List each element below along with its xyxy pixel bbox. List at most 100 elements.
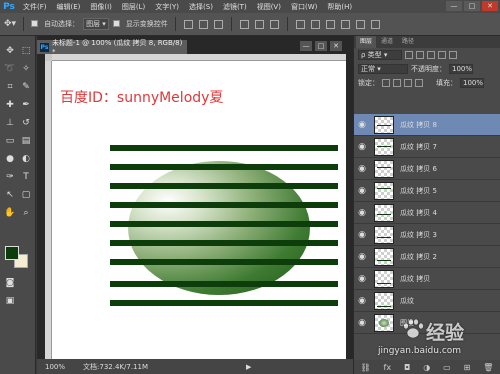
align-vcenter-icon[interactable] bbox=[198, 19, 208, 29]
menu-window[interactable]: 窗口(W) bbox=[286, 2, 322, 12]
crop-icon[interactable]: ⌗ bbox=[3, 80, 17, 94]
auto-select-dropdown[interactable]: 图层 ▾ bbox=[83, 18, 109, 30]
shape-icon[interactable]: ▢ bbox=[19, 188, 33, 202]
lasso-icon[interactable]: ➰ bbox=[3, 62, 17, 76]
layer-row[interactable]: ◉ 瓜纹 拷贝 6 bbox=[354, 158, 500, 180]
lock-position-icon[interactable] bbox=[404, 79, 412, 87]
delete-layer-icon[interactable]: 🗑 bbox=[483, 363, 493, 372]
marquee-icon[interactable]: ⬚ bbox=[19, 44, 33, 58]
doc-restore-button[interactable]: □ bbox=[315, 41, 327, 51]
quick-mask-icon[interactable]: ◙ bbox=[3, 276, 17, 290]
align-right-icon[interactable] bbox=[269, 19, 279, 29]
blur-icon[interactable]: ● bbox=[3, 152, 17, 166]
fill-input[interactable]: 100% bbox=[460, 78, 484, 88]
layer-style-icon[interactable]: fx bbox=[384, 363, 392, 372]
layer-row[interactable]: ◉ 瓜纹 拷贝 7 bbox=[354, 136, 500, 158]
layer-row[interactable]: ◉ 瓜纹 拷贝 bbox=[354, 268, 500, 290]
foreground-color-swatch[interactable] bbox=[5, 246, 19, 260]
distribute-top-icon[interactable] bbox=[295, 19, 305, 29]
menu-type[interactable]: 文字(Y) bbox=[150, 2, 184, 12]
eye-icon[interactable]: ◉ bbox=[354, 274, 370, 284]
zoom-level[interactable]: 100% bbox=[45, 363, 65, 371]
blend-mode-dropdown[interactable]: 正常 ▾ bbox=[358, 64, 408, 74]
canvas[interactable]: 百度ID：sunnyMelody夏 bbox=[52, 61, 346, 359]
path-selection-icon[interactable]: ↖ bbox=[3, 188, 17, 202]
add-mask-icon[interactable]: ◘ bbox=[404, 363, 410, 372]
menu-edit[interactable]: 编辑(E) bbox=[52, 2, 86, 12]
layer-row[interactable]: ◉ 瓜纹 拷贝 3 bbox=[354, 224, 500, 246]
opacity-input[interactable]: 100% bbox=[449, 64, 473, 74]
horizontal-ruler[interactable] bbox=[52, 54, 346, 61]
eye-icon[interactable]: ◉ bbox=[354, 252, 370, 262]
lock-all-icon[interactable] bbox=[415, 79, 423, 87]
screen-mode-icon[interactable]: ▣ bbox=[3, 294, 17, 308]
eraser-icon[interactable]: ▭ bbox=[3, 134, 17, 148]
adjustment-layer-icon[interactable]: ◑ bbox=[423, 363, 430, 372]
new-layer-icon[interactable]: ⊞ bbox=[464, 363, 471, 372]
menu-view[interactable]: 视图(V) bbox=[252, 2, 286, 12]
menu-layer[interactable]: 图层(L) bbox=[117, 2, 150, 12]
link-layers-icon[interactable]: ⛓ bbox=[360, 363, 370, 372]
menu-file[interactable]: 文件(F) bbox=[18, 2, 52, 12]
align-top-icon[interactable] bbox=[183, 19, 193, 29]
tab-layers[interactable]: 图层 bbox=[356, 36, 377, 48]
eye-icon[interactable]: ◉ bbox=[354, 318, 370, 328]
layer-row[interactable]: ◉ 瓜纹 bbox=[354, 290, 500, 312]
type-icon[interactable]: T bbox=[19, 170, 33, 184]
doc-close-button[interactable]: ✕ bbox=[330, 41, 342, 51]
document-tab[interactable]: Ps 未标题-1 @ 100% (瓜纹 拷贝 8, RGB/8) * bbox=[37, 39, 187, 56]
eye-icon[interactable]: ◉ bbox=[354, 120, 370, 130]
magic-wand-icon[interactable]: ✧ bbox=[19, 62, 33, 76]
pen-icon[interactable]: ✑ bbox=[3, 170, 17, 184]
filter-adjust-icon[interactable] bbox=[416, 51, 424, 59]
eye-icon[interactable]: ◉ bbox=[354, 208, 370, 218]
eye-icon[interactable]: ◉ bbox=[354, 164, 370, 174]
distribute-vcenter-icon[interactable] bbox=[310, 19, 320, 29]
brush-icon[interactable]: ✒ bbox=[19, 98, 33, 112]
zoom-icon[interactable]: ⌕ bbox=[19, 206, 33, 220]
distribute-hcenter-icon[interactable] bbox=[355, 19, 365, 29]
lock-transparent-icon[interactable] bbox=[382, 79, 390, 87]
hand-icon[interactable]: ✋ bbox=[3, 206, 17, 220]
layer-row[interactable]: ◉ 瓜纹 拷贝 5 bbox=[354, 180, 500, 202]
menu-help[interactable]: 帮助(H) bbox=[322, 2, 357, 12]
eye-icon[interactable]: ◉ bbox=[354, 296, 370, 306]
show-transform-checkbox[interactable] bbox=[112, 19, 122, 29]
eyedropper-icon[interactable]: ✎ bbox=[19, 80, 33, 94]
eye-icon[interactable]: ◉ bbox=[354, 186, 370, 196]
close-button[interactable]: ✕ bbox=[482, 1, 498, 11]
minimize-button[interactable]: — bbox=[446, 1, 462, 11]
eye-icon[interactable]: ◉ bbox=[354, 230, 370, 240]
filter-shape-icon[interactable] bbox=[438, 51, 446, 59]
new-group-icon[interactable]: ▭ bbox=[443, 363, 451, 372]
distribute-left-icon[interactable] bbox=[340, 19, 350, 29]
restore-button[interactable]: □ bbox=[464, 1, 480, 11]
layer-row[interactable]: ◉ 瓜纹 拷贝 4 bbox=[354, 202, 500, 224]
layer-row[interactable]: ◉ 瓜纹 拷贝 8 bbox=[354, 114, 500, 136]
align-hcenter-icon[interactable] bbox=[254, 19, 264, 29]
layer-row[interactable]: ◉ 图层 bbox=[354, 312, 500, 334]
healing-brush-icon[interactable]: ✚ bbox=[3, 98, 17, 112]
tab-paths[interactable]: 路径 bbox=[398, 36, 418, 48]
menu-select[interactable]: 选择(S) bbox=[184, 2, 218, 12]
vertical-ruler[interactable] bbox=[45, 61, 52, 359]
gradient-icon[interactable]: ▤ bbox=[19, 134, 33, 148]
move-icon[interactable]: ✥ bbox=[3, 44, 17, 58]
layer-row[interactable]: ◉ 瓜纹 拷贝 2 bbox=[354, 246, 500, 268]
doc-minimize-button[interactable]: — bbox=[300, 41, 312, 51]
auto-select-checkbox[interactable] bbox=[31, 19, 40, 29]
menu-image[interactable]: 图像(I) bbox=[85, 2, 117, 12]
align-bottom-icon[interactable] bbox=[213, 19, 223, 29]
eye-icon[interactable]: ◉ bbox=[354, 142, 370, 152]
distribute-bottom-icon[interactable] bbox=[325, 19, 335, 29]
status-arrow-icon[interactable]: ▶ bbox=[246, 363, 251, 371]
clone-stamp-icon[interactable]: ⊥ bbox=[3, 116, 17, 130]
tab-channels[interactable]: 通道 bbox=[377, 36, 397, 48]
filter-type-icon[interactable] bbox=[427, 51, 435, 59]
align-left-icon[interactable] bbox=[239, 19, 249, 29]
filter-kind-dropdown[interactable]: ρ 类型 ▾ bbox=[358, 50, 402, 60]
menu-filter[interactable]: 滤镜(T) bbox=[218, 2, 252, 12]
distribute-right-icon[interactable] bbox=[370, 19, 380, 29]
dodge-icon[interactable]: ◐ bbox=[19, 152, 33, 166]
filter-smart-icon[interactable] bbox=[449, 51, 457, 59]
